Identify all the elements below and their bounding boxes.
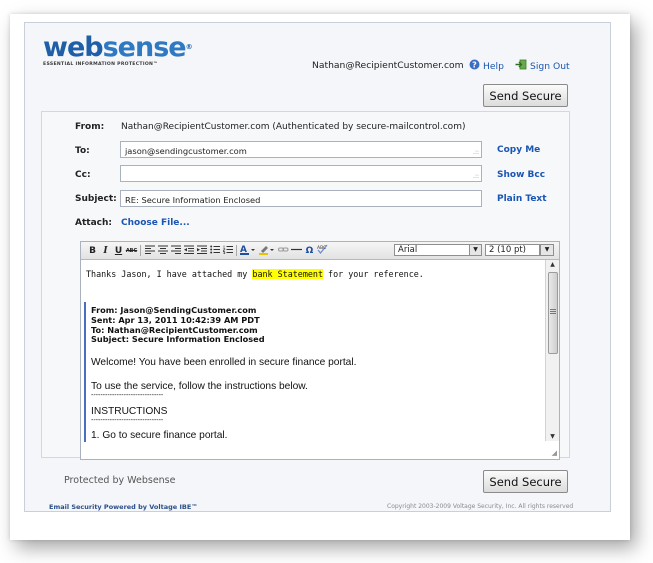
align-right-icon[interactable] [169, 245, 182, 257]
font-size-select[interactable]: 2 (10 pt) [485, 244, 540, 256]
toolbar-divider [140, 245, 141, 256]
help-label: Help [483, 60, 504, 72]
align-center-icon[interactable] [156, 245, 169, 257]
indent-icon[interactable] [195, 245, 208, 257]
bold-button[interactable]: B [86, 246, 99, 256]
font-family-select[interactable]: Arial ▼ [394, 244, 482, 256]
highlighted-text: bank Statement [252, 269, 323, 279]
resize-grip-icon: .:: [473, 149, 479, 156]
quoted-header: From: Jason@SendingCustomer.com Sent: Ap… [91, 305, 265, 345]
send-secure-button-top[interactable]: Send Secure [483, 84, 568, 107]
help-link[interactable]: ? Help [469, 59, 504, 73]
quoted-welcome: Welcome! You have been enrolled in secur… [91, 357, 357, 368]
svg-text:?: ? [472, 60, 477, 69]
special-character-icon[interactable]: Ω [303, 246, 316, 256]
resize-grip-icon: .:: [473, 173, 479, 180]
quoted-step-1: 1. Go to secure finance portal. [91, 430, 228, 441]
chevron-down-icon: ▼ [541, 245, 553, 255]
font-family-value: Arial [398, 245, 418, 255]
scroll-up-icon[interactable]: ▲ [546, 261, 559, 268]
protected-by-text: Protected by Websense [64, 475, 176, 486]
subject-label: Subject: [75, 194, 117, 204]
scroll-down-icon[interactable]: ▼ [546, 433, 559, 440]
font-size-value: 2 (10 pt) [489, 245, 526, 255]
logo-registered-mark: ® [185, 43, 193, 51]
help-icon: ? [469, 59, 480, 73]
reply-text-start: Thanks Jason, I have attached my [86, 269, 253, 279]
send-secure-button-bottom[interactable]: Send Secure [483, 470, 568, 493]
quoted-instructions-intro: To use the service, follow the instructi… [91, 381, 308, 392]
user-email: Nathan@RecipientCustomer.com [312, 60, 464, 71]
reply-text-end: for your reference. [323, 269, 424, 279]
from-label: From: [75, 122, 105, 132]
italic-button[interactable]: I [99, 246, 112, 256]
numbered-list-icon[interactable] [221, 245, 234, 257]
horizontal-rule-icon[interactable] [290, 245, 303, 257]
quoted-message: From: Jason@SendingCustomer.com Sent: Ap… [84, 302, 541, 442]
font-size-dropdown-button[interactable]: ▼ [540, 244, 554, 256]
message-editor: B I U ABC A Ω ABC Arial ▼ 2 (10 pt) ▼ Th… [80, 241, 560, 460]
subject-field[interactable]: RE: Secure Information Enclosed [120, 190, 482, 207]
cc-field[interactable]: .:: [120, 165, 482, 182]
underline-button[interactable]: U [112, 246, 125, 256]
websense-logo: websense® ESSENTIAL INFORMATION PROTECTI… [43, 32, 193, 67]
show-bcc-link[interactable]: Show Bcc [497, 170, 545, 180]
align-left-icon[interactable] [143, 245, 156, 257]
quoted-instructions-heading: INSTRUCTIONS [91, 406, 168, 417]
to-field[interactable]: jason@sendingcustomer.com .:: [120, 141, 482, 158]
sign-out-label: Sign Out [530, 60, 570, 72]
quoted-rule: ------------------------------- [91, 392, 164, 399]
vertical-scrollbar[interactable]: ▲ ▼ [545, 260, 559, 441]
logo-word-web: web [43, 32, 104, 63]
toolbar-divider [236, 245, 237, 256]
strikethrough-button[interactable]: ABC [125, 248, 138, 254]
reply-text: Thanks Jason, I have attached my bank St… [86, 269, 424, 279]
sign-out-icon [515, 59, 527, 73]
text-color-icon[interactable]: A [239, 244, 258, 258]
quoted-subject: Subject: Secure Information Enclosed [91, 334, 265, 345]
logo-word-sense: sense [102, 32, 187, 63]
resize-handle-icon[interactable]: ◢ [552, 449, 557, 457]
to-field-value: jason@sendingcustomer.com [125, 146, 247, 156]
from-value: Nathan@RecipientCustomer.com (Authentica… [121, 122, 466, 132]
message-body[interactable]: Thanks Jason, I have attached my bank St… [81, 260, 545, 442]
plain-text-link[interactable]: Plain Text [497, 194, 547, 204]
cc-label: Cc: [75, 170, 91, 180]
outdent-icon[interactable] [182, 245, 195, 257]
sign-out-link[interactable]: Sign Out [515, 59, 570, 73]
spell-check-icon[interactable]: ABC [316, 244, 329, 257]
copyright-text: Copyright 2003-2009 Voltage Security, In… [387, 503, 574, 510]
chevron-down-icon: ▼ [469, 245, 481, 255]
svg-text:ABC: ABC [317, 245, 326, 251]
to-label: To: [75, 146, 90, 156]
attach-label: Attach: [75, 218, 112, 228]
highlight-color-icon[interactable] [258, 244, 277, 258]
copy-me-link[interactable]: Copy Me [497, 145, 540, 155]
powered-by-text: Email Security Powered by Voltage IBE™ [49, 503, 198, 511]
bullet-list-icon[interactable] [208, 245, 221, 257]
quoted-rule: ------------------------------- [91, 417, 164, 424]
scrollbar-thumb[interactable] [548, 272, 558, 354]
link-icon[interactable] [277, 245, 290, 257]
choose-file-link[interactable]: Choose File... [121, 218, 190, 228]
